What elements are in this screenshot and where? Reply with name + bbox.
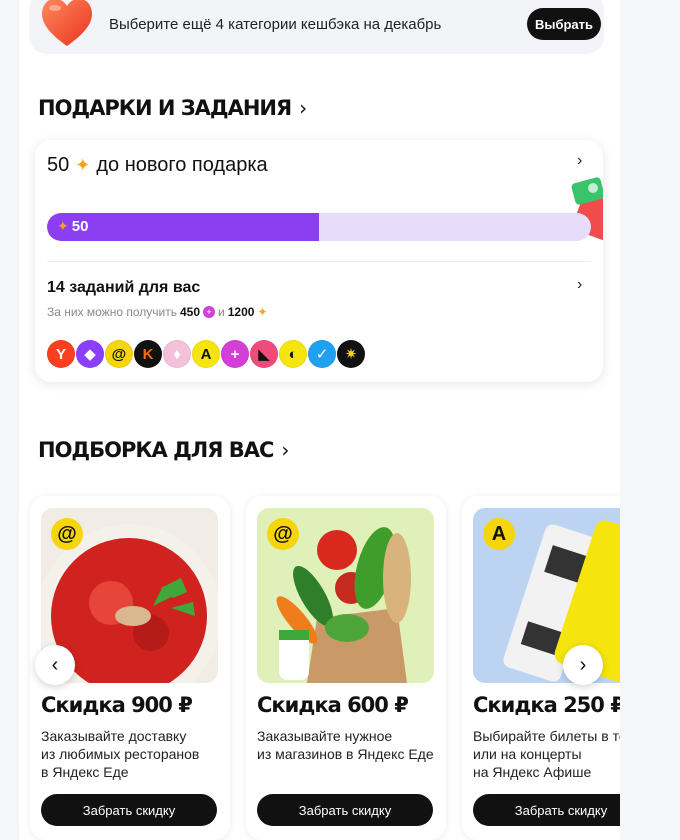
plus-icon: + — [203, 306, 216, 318]
right-gutter — [620, 0, 680, 840]
claim-discount-button[interactable]: Забрать скидку — [257, 794, 433, 826]
progress-value: 50 — [71, 218, 89, 235]
service-icon-travel[interactable]: ◐ — [279, 340, 307, 368]
service-icon-check[interactable]: ✓ — [308, 340, 336, 368]
sparkle-icon: ✦ — [57, 218, 69, 234]
service-icon-yandex[interactable]: Y — [47, 340, 75, 368]
service-icon-burst[interactable]: ✷ — [337, 340, 365, 368]
offer-image-groceries: @ — [257, 508, 434, 683]
chevron-right-icon: › — [579, 653, 587, 676]
main-content: Выберите ещё 4 категории кешбэка на дека… — [19, 0, 620, 840]
service-icon-kinopoisk[interactable]: K — [134, 340, 162, 368]
points-value: 50 — [47, 154, 70, 176]
offer-description: Заказывайте нужное из магазинов в Яндекс… — [257, 728, 434, 762]
services-icons-row: Y ◆ @ K ♦ A + ◣ ◐ ✓ ✷ — [47, 340, 365, 368]
tasks-sub-prefix: За них можно получить — [47, 305, 177, 319]
service-icon-plus[interactable]: + — [221, 340, 249, 368]
eda-logo-icon: @ — [51, 518, 83, 550]
picks-title-text: ПОДБОРКА ДЛЯ ВАС — [38, 438, 274, 462]
service-icon-eda[interactable]: @ — [105, 340, 133, 368]
service-icon-alice[interactable]: ◆ — [76, 340, 104, 368]
sparkle-icon: ✦ — [75, 155, 91, 175]
service-icon-market[interactable]: ♦ — [163, 340, 191, 368]
plus-amount: 450 — [179, 305, 201, 319]
gift-progress-bar: ✦ 50 — [47, 213, 591, 241]
carousel-next-button[interactable]: › — [563, 645, 603, 685]
banner-text: Выберите ещё 4 категории кешбэка на дека… — [109, 16, 442, 33]
chevron-right-icon[interactable]: › — [577, 276, 582, 294]
claim-discount-button[interactable]: Забрать скидку — [473, 794, 620, 826]
offer-card-eda-shops[interactable]: @ Скидка 600 ₽ Заказывайте нужное из маг… — [246, 496, 446, 840]
service-icon-afisha[interactable]: A — [192, 340, 220, 368]
afisha-logo-icon: A — [483, 518, 515, 550]
points-suffix: до нового подарка — [96, 154, 268, 176]
chevron-left-icon: ‹ — [51, 653, 59, 676]
cashback-banner[interactable]: Выберите ещё 4 категории кешбэка на дека… — [29, 0, 604, 54]
divider — [47, 261, 591, 262]
and-text: и — [218, 305, 225, 319]
offer-description: Выбирайте билеты в те или на концерты на… — [473, 728, 620, 780]
offer-title: Скидка 900 ₽ — [41, 693, 193, 717]
carousel-prev-button[interactable]: ‹ — [35, 645, 75, 685]
chevron-right-icon[interactable]: › — [577, 152, 582, 170]
left-gutter — [0, 0, 19, 840]
gifts-title-text: ПОДАРКИ И ЗАДАНИЯ — [38, 96, 292, 120]
progress-label: ✦ 50 — [57, 218, 88, 235]
picks-section-title[interactable]: ПОДБОРКА ДЛЯ ВАС › — [38, 438, 289, 462]
choose-button[interactable]: Выбрать — [527, 8, 601, 40]
offer-description: Заказывайте доставку из любимых ресторан… — [41, 728, 200, 780]
offer-title: Скидка 600 ₽ — [257, 693, 409, 717]
points-amount: 1200 — [227, 305, 255, 319]
eda-logo-icon: @ — [267, 518, 299, 550]
sparkle-icon: ✦ — [257, 305, 268, 319]
gifts-card[interactable]: 50 ✦ до нового подарка › ✦ 50 14 заданий… — [35, 140, 603, 382]
heart-icon — [42, 0, 92, 46]
tasks-title[interactable]: 14 заданий для вас — [47, 279, 200, 297]
chevron-right-icon: › — [281, 438, 289, 462]
chevron-right-icon: › — [299, 96, 307, 120]
claim-discount-button[interactable]: Забрать скидку — [41, 794, 217, 826]
offer-title: Скидка 250 ₽ — [473, 693, 620, 717]
service-icon-games[interactable]: ◣ — [250, 340, 278, 368]
gift-progress-header: 50 ✦ до нового подарка — [47, 154, 268, 177]
tasks-reward-text: За них можно получить 450 + и 1200 ✦ — [47, 305, 267, 319]
gifts-section-title[interactable]: ПОДАРКИ И ЗАДАНИЯ › — [38, 96, 307, 120]
